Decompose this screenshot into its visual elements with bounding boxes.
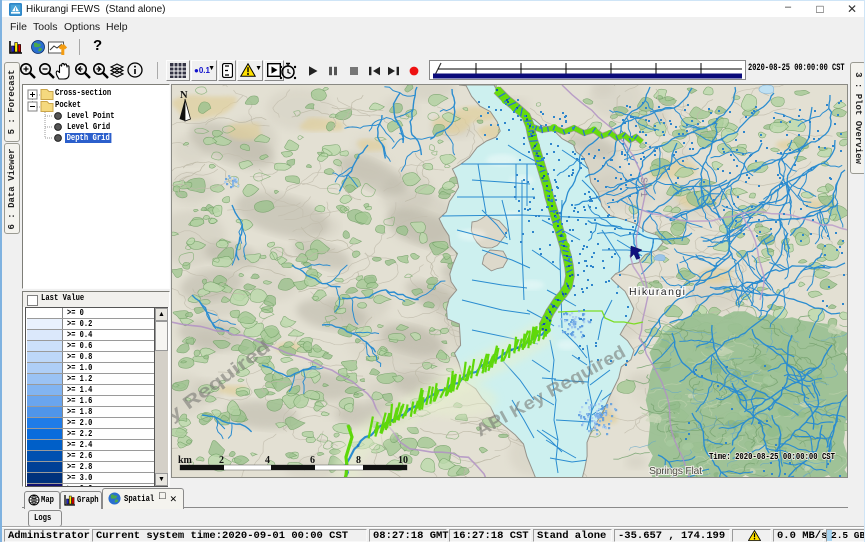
svg-text:km: km (178, 455, 193, 466)
svg-text:10: 10 (398, 455, 408, 466)
svg-text:8: 8 (356, 455, 361, 466)
svg-text:4: 4 (265, 455, 270, 466)
svg-text:2: 2 (219, 455, 224, 466)
svg-text:N: N (180, 90, 188, 101)
svg-text:Hikurangi: Hikurangi (629, 286, 685, 298)
svg-text:6: 6 (310, 455, 315, 466)
svg-text:Time: 2020-08-25 00:00:00 CST: Time: 2020-08-25 00:00:00 CST (709, 452, 835, 462)
svg-text:Springs Flat: Springs Flat (649, 465, 702, 477)
svg-text:SH 1: SH 1 (639, 177, 649, 197)
